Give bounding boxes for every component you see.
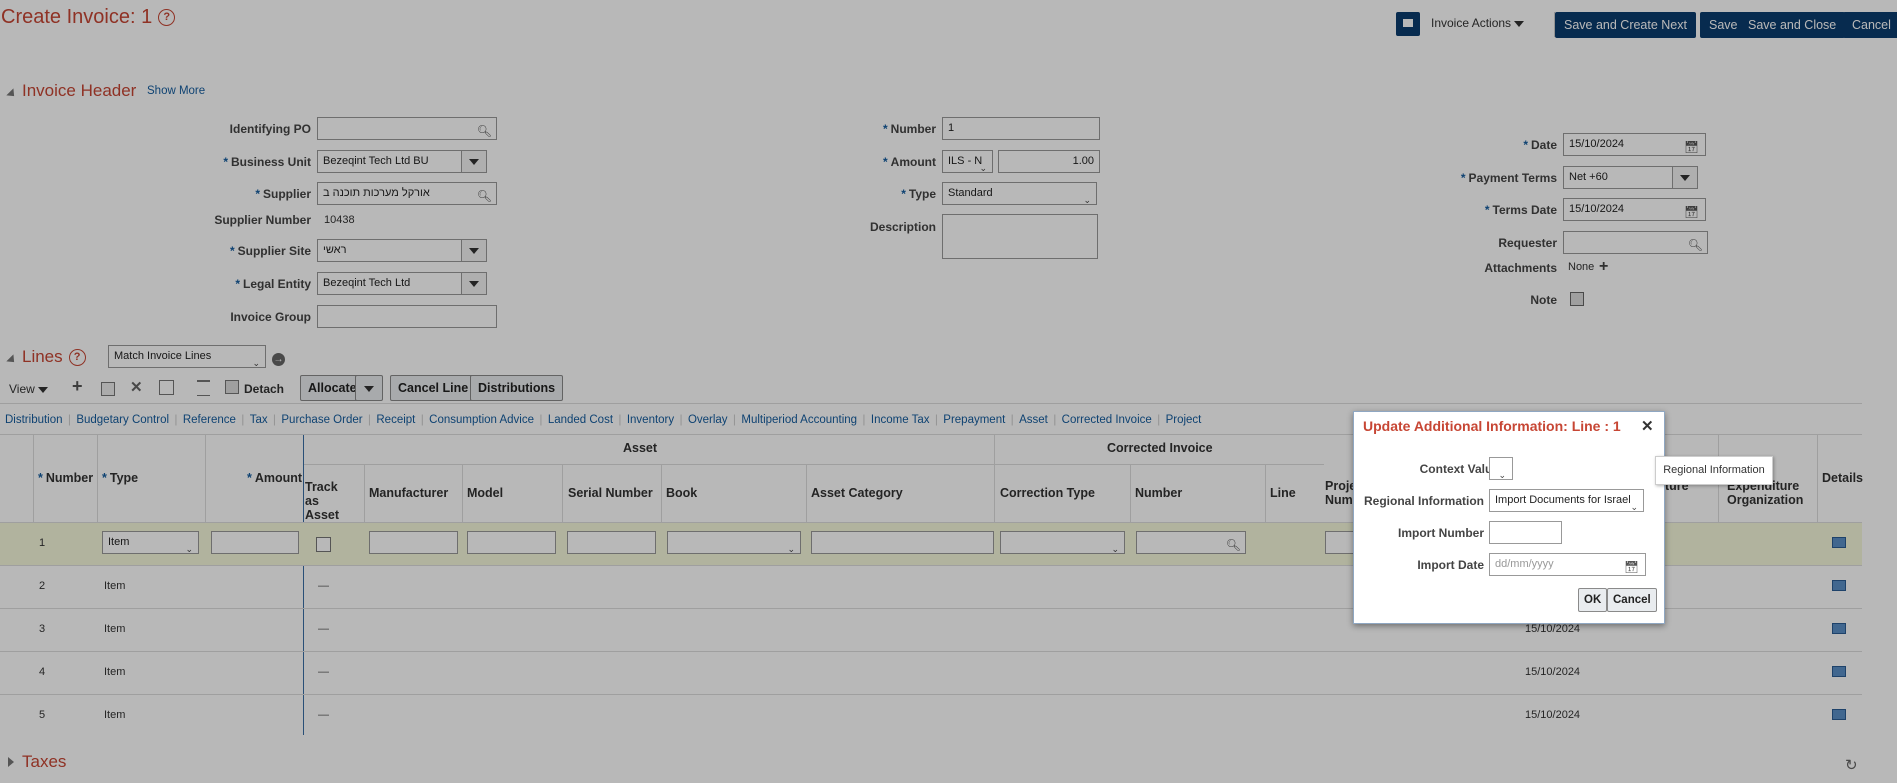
chevron-down-icon: ⌄ [1498, 470, 1506, 480]
regional-information-select[interactable]: Import Documents for Israel ⌄ [1489, 489, 1644, 512]
chevron-down-icon: ⌄ [1630, 502, 1638, 512]
import-number-input[interactable] [1489, 521, 1562, 544]
import-date-label: Import Date [1417, 558, 1484, 572]
ok-button[interactable]: OK [1578, 588, 1608, 612]
context-value-label: Context Value [1419, 462, 1499, 476]
regional-information-value: Import Documents for Israel [1495, 494, 1631, 506]
dialog-title: Update Additional Information: Line : 1 [1363, 418, 1621, 434]
modal-overlay [0, 0, 1897, 783]
context-value-select[interactable]: ⌄ [1489, 457, 1513, 480]
regional-information-label: Regional Information [1364, 494, 1484, 508]
import-date-placeholder: dd/mm/yyyy [1495, 558, 1554, 570]
update-additional-information-dialog: Update Additional Information: Line : 1 … [1353, 411, 1665, 624]
regional-information-tooltip: Regional Information [1655, 456, 1773, 485]
close-icon[interactable]: ✕ [1641, 417, 1654, 435]
calendar-icon[interactable]: 📅︎ [1624, 557, 1639, 575]
import-date-input[interactable]: dd/mm/yyyy 📅︎ [1489, 553, 1646, 576]
dialog-cancel-button[interactable]: Cancel [1607, 588, 1657, 612]
import-number-label: Import Number [1397, 526, 1484, 540]
